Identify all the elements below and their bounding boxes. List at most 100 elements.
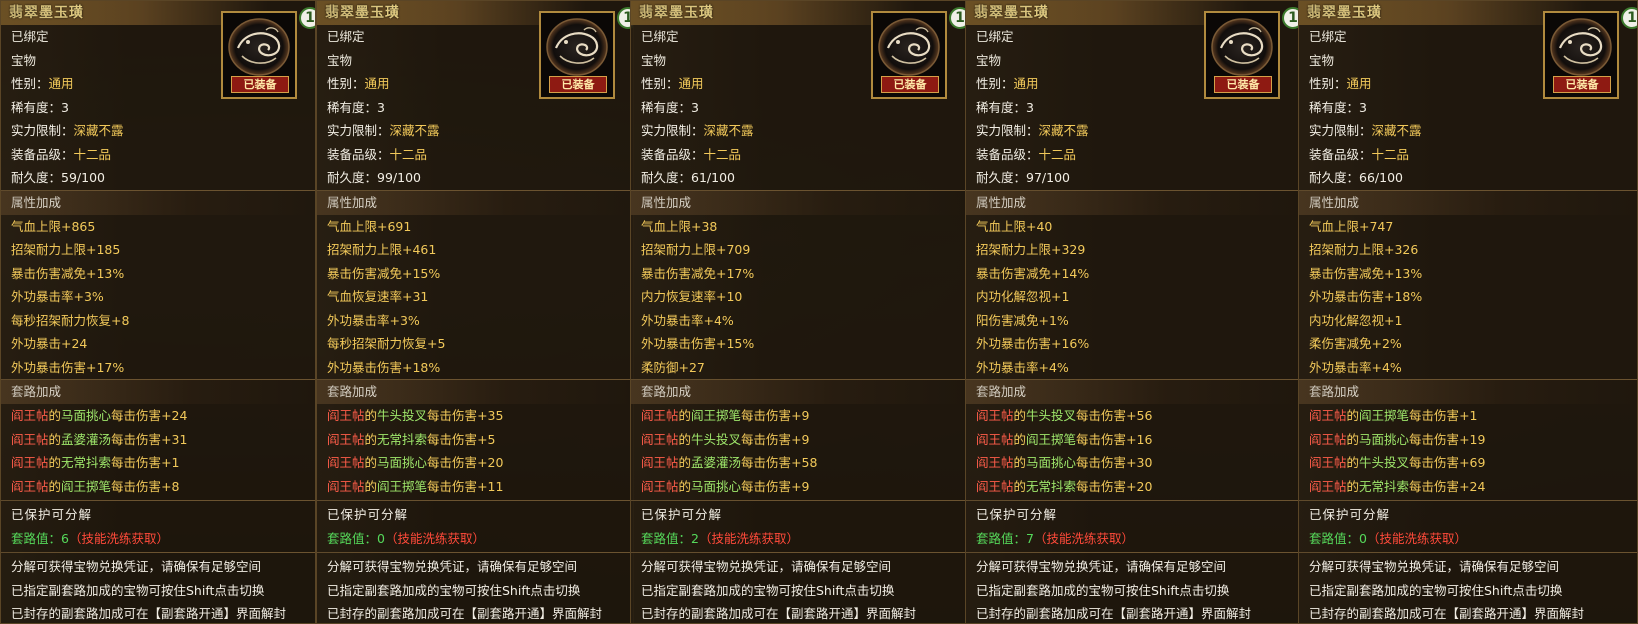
routine-school: 阎王帖 xyxy=(11,455,49,470)
routine-connector: 的 xyxy=(678,478,692,494)
strength-requirement: 实力限制：深藏不露 xyxy=(966,119,1298,143)
durability: 耐久度：59/100 xyxy=(1,166,315,190)
routine-amount: +31 xyxy=(161,431,188,447)
routine-school: 阎王帖 xyxy=(641,478,679,494)
gender: 性别：通用 xyxy=(317,72,633,96)
routine-school: 阎王帖 xyxy=(327,431,365,447)
note-line: 已封存的副套路加成可在【副套路开通】界面解封 xyxy=(11,606,287,621)
attribute-line: 外功暴击率+3% xyxy=(327,312,420,328)
durability: 耐久度：61/100 xyxy=(631,166,965,190)
rarity-label: 稀有度： xyxy=(976,99,1027,115)
attribute-line: 内力恢复速率+10 xyxy=(641,289,743,304)
routine-amount: +1 xyxy=(1459,408,1478,423)
note-line: 分解可获得宝物兑换凭证，请确保有足够空间 xyxy=(1309,559,1560,574)
routine-connector: 的 xyxy=(364,455,378,470)
routine-value-label: 套路值： xyxy=(641,530,692,546)
routine-connector: 的 xyxy=(1013,408,1027,423)
attribute-line: 暴击伤害减免+13% xyxy=(1309,265,1423,281)
divider xyxy=(631,552,965,553)
durability-value: 97/100 xyxy=(1026,170,1070,185)
strength-requirement-value: 深藏不露 xyxy=(703,123,754,138)
durability-label: 耐久度： xyxy=(976,170,1027,185)
routine-skill: 孟婆灌汤 xyxy=(691,455,742,470)
protect-status: 已保护可分解 xyxy=(1309,507,1391,522)
routine-line: 阎王帖的阎王掷笔每击伤害+9 xyxy=(631,404,965,428)
routine-line: 阎王帖的牛头投叉每击伤害+56 xyxy=(966,404,1298,428)
protect-status: 已保护可分解 xyxy=(327,507,409,522)
strength-requirement: 实力限制：深藏不露 xyxy=(1299,119,1637,143)
rarity-value: 3 xyxy=(61,99,69,115)
divider xyxy=(317,552,633,553)
routine-value: 2 xyxy=(691,530,699,546)
routine-line: 阎王帖的马面挑心每击伤害+19 xyxy=(1299,428,1637,452)
routine-amount: +20 xyxy=(1126,478,1153,494)
routine-amount: +5 xyxy=(477,431,496,447)
note-line: 已指定副套路加成的宝物可按住Shift点击切换 xyxy=(327,582,581,598)
routine-line: 阎王帖的阎王掷笔每击伤害+16 xyxy=(966,428,1298,452)
equipment-grade-value: 十二品 xyxy=(1371,146,1410,162)
routine-connector: 的 xyxy=(48,408,62,423)
routine-line: 阎王帖的牛头投叉每击伤害+9 xyxy=(631,428,965,452)
routine-line: 阎王帖的孟婆灌汤每击伤害+31 xyxy=(1,428,315,452)
attribute-line: 外功暴击伤害+15% xyxy=(641,336,755,351)
routine-amount: +20 xyxy=(477,455,504,470)
item-category: 宝物 xyxy=(11,52,37,68)
routine-line: 阎王帖的牛头投叉每击伤害+69 xyxy=(1299,451,1637,475)
rarity-label: 稀有度： xyxy=(641,99,692,115)
routine-skill: 牛头投叉 xyxy=(1359,455,1410,470)
equipment-grade-label: 装备品级： xyxy=(11,146,74,162)
gender-label: 性别： xyxy=(641,76,679,91)
routines-header: 套路加成 xyxy=(1,379,315,404)
item-category: 宝物 xyxy=(641,52,667,68)
gender-label: 性别： xyxy=(11,76,49,91)
routine-school: 阎王帖 xyxy=(976,478,1014,494)
attribute-line: 气血上限+38 xyxy=(641,218,718,234)
routine-amount: +35 xyxy=(477,408,504,423)
attribute-line: 内功化解忽视+1 xyxy=(976,289,1070,304)
attribute-line: 柔伤害减免+2% xyxy=(1309,336,1402,351)
attribute-line: 暴击伤害减免+13% xyxy=(11,265,125,281)
routine-school: 阎王帖 xyxy=(11,431,49,447)
rarity-value: 3 xyxy=(691,99,699,115)
routine-effect: 每击伤害 xyxy=(427,478,478,494)
routine-connector: 的 xyxy=(1013,478,1027,494)
attribute-line: 每秒招架耐力恢复+5 xyxy=(327,336,446,351)
note-line: 分解可获得宝物兑换凭证，请确保有足够空间 xyxy=(327,559,578,574)
routine-value-label: 套路值： xyxy=(11,530,62,546)
equipment-grade: 装备品级：十二品 xyxy=(631,143,965,167)
note-line: 已封存的副套路加成可在【副套路开通】界面解封 xyxy=(327,606,603,621)
routine-effect: 每击伤害 xyxy=(1076,478,1127,494)
routine-skill: 孟婆灌汤 xyxy=(61,431,112,447)
routine-effect: 每击伤害 xyxy=(1409,408,1460,423)
routine-school: 阎王帖 xyxy=(641,455,679,470)
attribute-line: 招架耐力上限+185 xyxy=(11,242,121,257)
routine-skill: 阎王掷笔 xyxy=(1026,431,1077,447)
equipment-grade-value: 十二品 xyxy=(73,146,112,162)
routine-line: 阎王帖的马面挑心每击伤害+20 xyxy=(317,451,633,475)
strength-requirement-label: 实力限制： xyxy=(641,123,704,138)
routine-school: 阎王帖 xyxy=(1309,478,1347,494)
attribute-line: 气血恢复速率+31 xyxy=(327,289,429,304)
routine-line: 阎王帖的无常抖索每击伤害+24 xyxy=(1299,475,1637,499)
routine-effect: 每击伤害 xyxy=(427,408,478,423)
routine-effect: 每击伤害 xyxy=(111,478,162,494)
routine-connector: 的 xyxy=(364,478,378,494)
attribute-line: 气血上限+40 xyxy=(976,218,1053,234)
rarity: 稀有度：3 xyxy=(1,96,315,120)
routine-effect: 每击伤害 xyxy=(111,408,162,423)
routine-skill: 牛头投叉 xyxy=(691,431,742,447)
routine-skill: 马面挑心 xyxy=(1026,455,1077,470)
rarity-value: 3 xyxy=(377,99,385,115)
attribute-line: 柔防御+27 xyxy=(641,359,705,375)
bound-status: 已绑定 xyxy=(1309,29,1347,44)
routine-connector: 的 xyxy=(1346,431,1360,447)
routine-value-label: 套路值： xyxy=(976,530,1027,546)
routine-value-label: 套路值： xyxy=(1309,530,1360,546)
attribute-line: 外功暴击+24 xyxy=(11,336,88,351)
equipment-grade-value: 十二品 xyxy=(703,146,742,162)
routine-skill: 无常抖索 xyxy=(1359,478,1410,494)
routine-amount: +9 xyxy=(791,478,810,494)
note-line: 分解可获得宝物兑换凭证，请确保有足够空间 xyxy=(976,559,1227,574)
routine-amount: +11 xyxy=(477,478,504,494)
rarity-value: 3 xyxy=(1359,99,1367,115)
